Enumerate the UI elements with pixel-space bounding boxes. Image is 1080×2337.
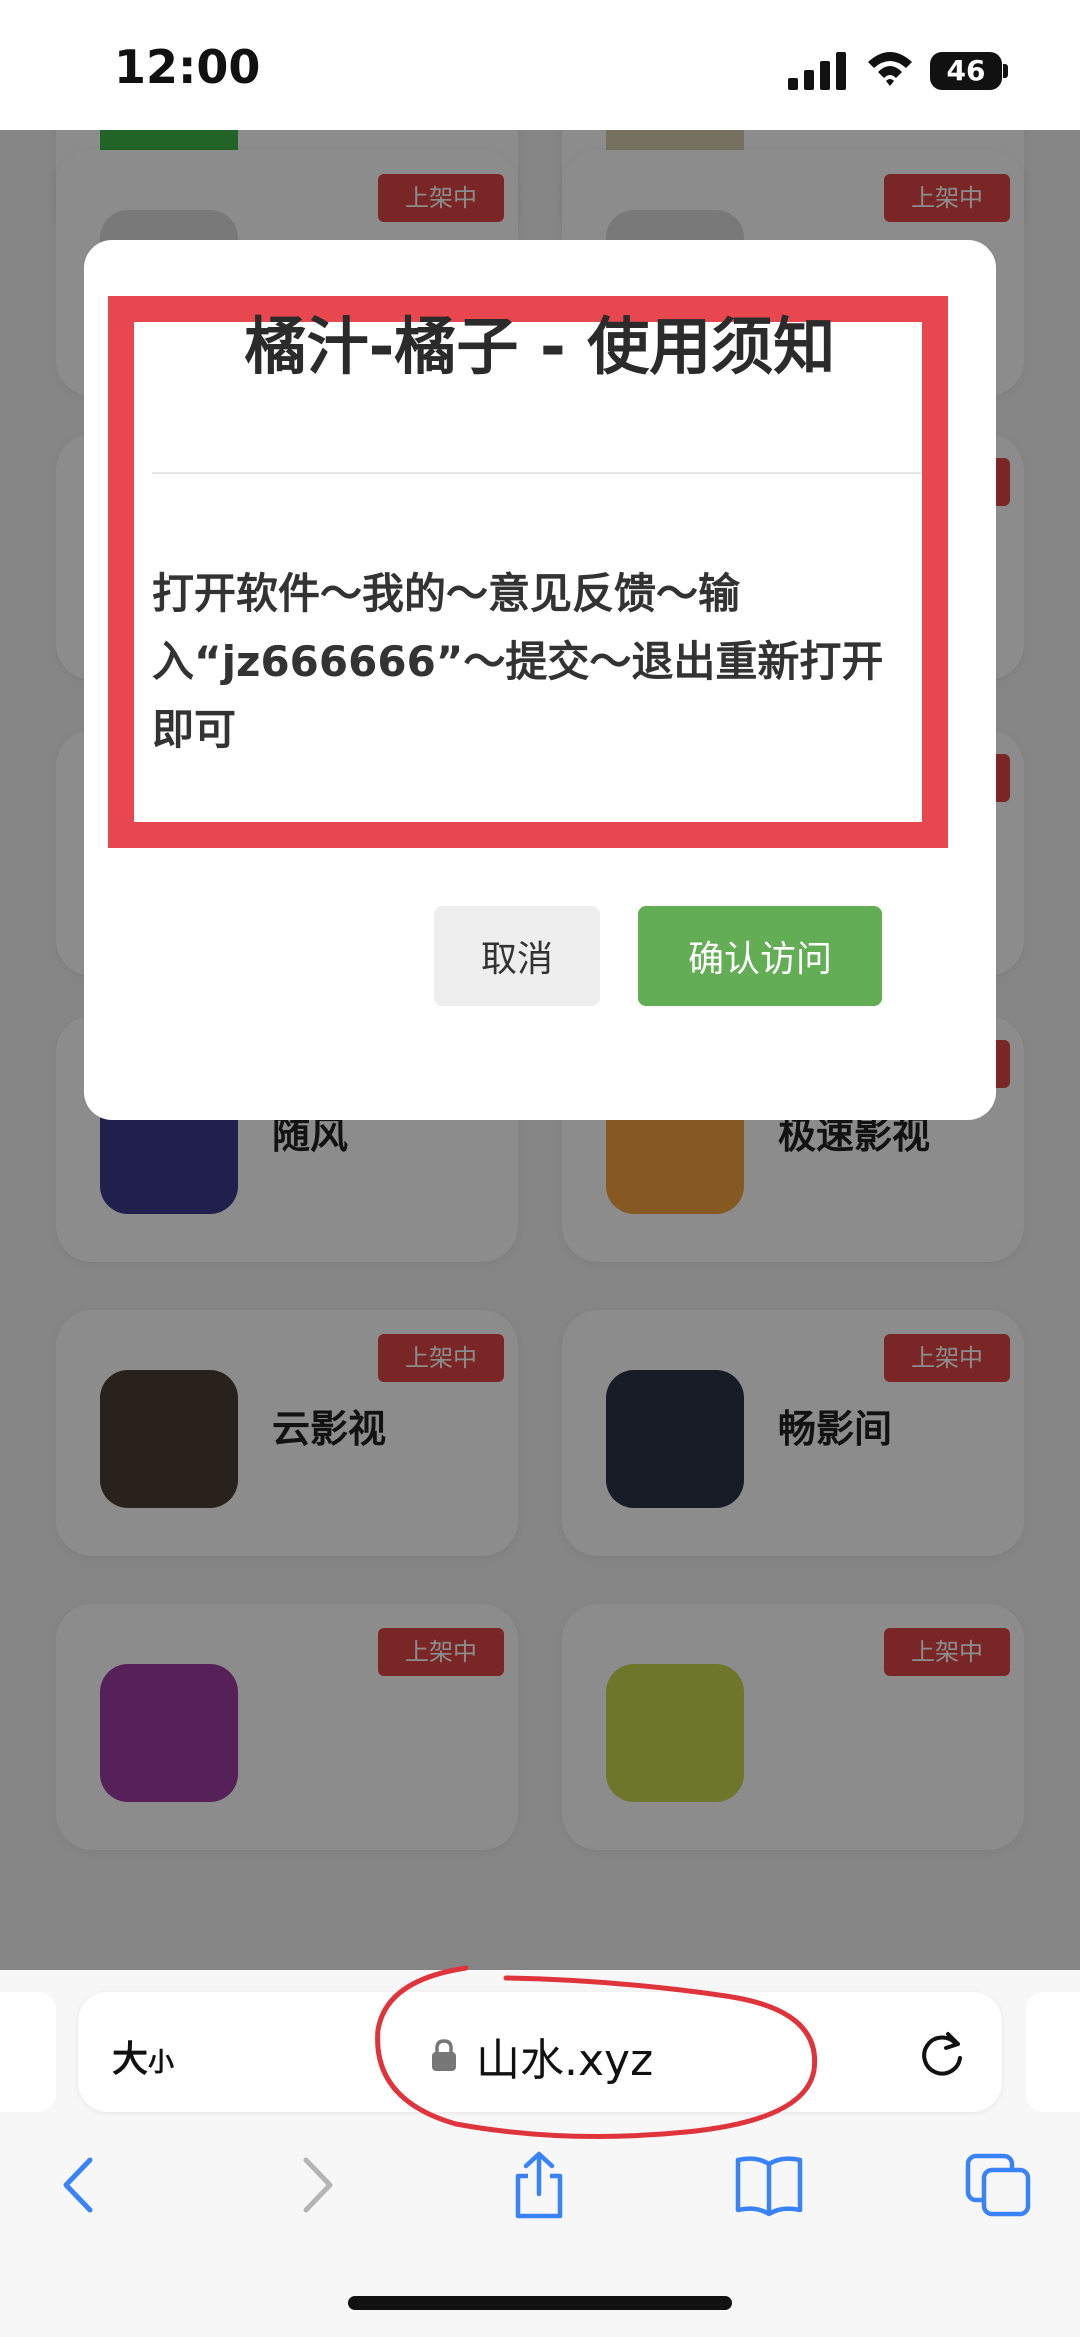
wifi-icon	[868, 52, 912, 86]
back-icon[interactable]	[46, 2150, 116, 2220]
reload-icon[interactable]	[916, 2028, 968, 2080]
status-bar: 12:00 46	[0, 0, 1080, 130]
previous-tab-peek[interactable]	[0, 1992, 56, 2112]
text-size-button[interactable]: 大小	[112, 2030, 174, 2082]
battery-tip	[1003, 64, 1008, 78]
tabs-icon[interactable]	[964, 2150, 1034, 2220]
dialog-body: 打开软件～我的～意见反馈～输入“jz666666”～提交～退出重新打开即可	[152, 569, 884, 754]
dialog-title: 橘汁-橘子 - 使用须知	[244, 310, 836, 383]
cancel-button[interactable]: 取消	[434, 906, 600, 1006]
bookmarks-icon[interactable]	[734, 2150, 804, 2220]
next-tab-peek[interactable]	[1026, 1992, 1080, 2112]
home-indicator[interactable]	[348, 2296, 732, 2310]
cellular-signal-icon	[788, 52, 846, 90]
notice-dialog: 橘汁-橘子 - 使用须知 打开软件～我的～意见反馈～输入“jz666666”～提…	[84, 240, 996, 1120]
confirm-visit-button[interactable]: 确认访问	[638, 906, 882, 1006]
annotation-red-circle	[375, 1965, 818, 2139]
forward-icon[interactable]	[280, 2150, 350, 2220]
share-icon[interactable]	[504, 2150, 574, 2220]
text-size-small: 小	[148, 2048, 175, 2078]
dialog-divider	[152, 472, 922, 474]
battery-indicator: 46	[930, 52, 1002, 90]
text-size-large: 大	[112, 2039, 149, 2080]
status-time: 12:00	[114, 40, 261, 94]
